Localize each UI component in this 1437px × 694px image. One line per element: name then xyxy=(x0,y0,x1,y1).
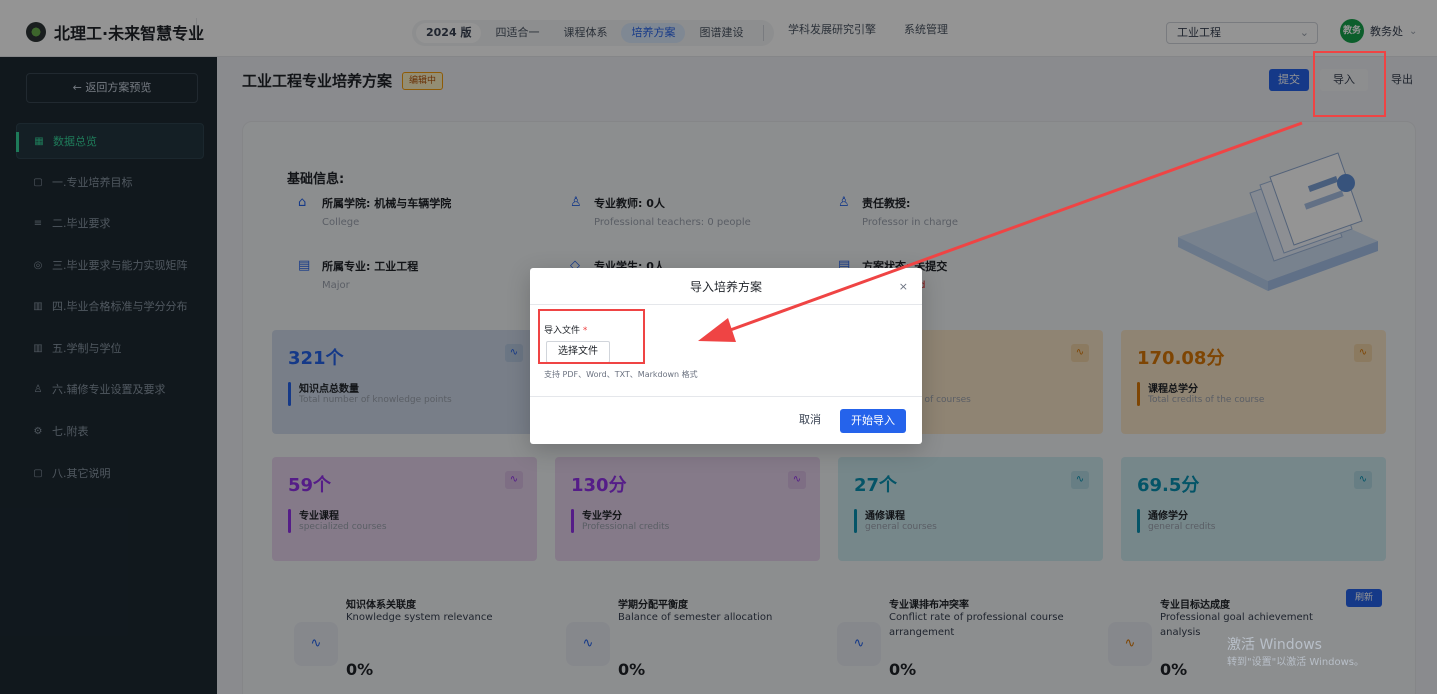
cancel-button[interactable]: 取消 xyxy=(790,409,830,431)
close-icon[interactable]: × xyxy=(899,280,908,293)
file-format-hint: 支持 PDF、Word、TXT、Markdown 格式 xyxy=(544,370,698,379)
annotation-highlight-import xyxy=(1313,51,1386,117)
divider xyxy=(530,304,922,305)
annotation-highlight-file-field xyxy=(538,309,645,364)
divider xyxy=(530,396,922,397)
watermark-line2: 转到"设置"以激活 Windows。 xyxy=(1227,657,1365,668)
activation-watermark: 激活 Windows 转到"设置"以激活 Windows。 xyxy=(1227,636,1364,672)
watermark-line1: 激活 Windows xyxy=(1227,637,1322,653)
dialog-title: 导入培养方案 xyxy=(689,280,762,294)
start-import-button[interactable]: 开始导入 xyxy=(840,409,906,433)
